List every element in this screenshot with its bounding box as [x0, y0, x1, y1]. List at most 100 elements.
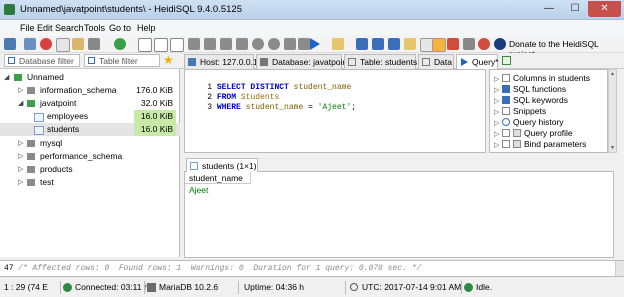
database-icon — [27, 179, 35, 186]
status-bar: 1 : 29 (74 E Connected: 03:11 h MariaDB … — [0, 278, 624, 297]
menu-search[interactable]: Search — [55, 23, 84, 33]
maximize-button[interactable]: ☐ — [562, 1, 588, 17]
expand-icon[interactable]: ▷ — [18, 137, 23, 150]
tree-item-javatpoint[interactable]: ◢ javatpoint 32.0 KiB — [0, 97, 180, 110]
checkbox-icon[interactable] — [502, 140, 510, 148]
tab-database-label: Database: javatpoint — [272, 57, 350, 67]
export-icon[interactable] — [170, 38, 184, 52]
menu-file[interactable]: File — [20, 23, 35, 33]
favorite-star-icon[interactable]: ★ — [163, 53, 174, 67]
tree-item-products[interactable]: ▷ products — [0, 163, 180, 176]
status-divider — [461, 281, 462, 294]
table-filter-input[interactable]: Table filter — [84, 54, 160, 67]
helper-label: Bind parameters — [524, 139, 587, 149]
column-header[interactable]: student_name — [185, 172, 251, 184]
helper-query-history[interactable]: ▷ Query history — [494, 117, 564, 128]
collapse-icon[interactable]: ◢ — [18, 97, 23, 110]
menu-help[interactable]: Help — [137, 23, 156, 33]
expand-icon[interactable]: ▷ — [18, 150, 23, 163]
scroll-down-icon[interactable]: ▼ — [610, 145, 615, 151]
helper-columns[interactable]: ▷ Columns in students — [494, 73, 590, 84]
cut-icon[interactable] — [88, 38, 100, 50]
format-sql-icon[interactable] — [404, 38, 416, 50]
expand-icon[interactable]: ▷ — [18, 163, 23, 176]
status-divider — [60, 281, 61, 294]
run-options-icon[interactable] — [332, 38, 344, 50]
profile-icon — [513, 129, 521, 137]
tree-item-test[interactable]: ▷ test — [0, 176, 180, 189]
table-filter-placeholder: Table filter — [99, 56, 138, 66]
collapse-icon[interactable]: ◢ — [4, 71, 9, 84]
tree-root[interactable]: ◢ Unnamed — [0, 71, 180, 84]
checkbox-icon[interactable] — [502, 129, 510, 137]
paste-icon[interactable] — [72, 38, 84, 50]
log-icon[interactable] — [447, 38, 459, 50]
first-record-icon[interactable] — [188, 38, 200, 50]
load-sql-icon[interactable] — [372, 38, 384, 50]
server-version: MariaDB 10.2.6 — [159, 282, 219, 292]
donate-icon[interactable] — [494, 38, 506, 50]
clock-icon — [350, 283, 358, 291]
expand-icon[interactable]: ▷ — [494, 140, 502, 151]
new-table-icon[interactable] — [138, 38, 152, 52]
scroll-up-icon[interactable]: ▲ — [610, 71, 615, 77]
tree-item-students[interactable]: students 16.0 KiB — [0, 123, 180, 136]
tab-query[interactable]: Query* — [456, 54, 498, 69]
insert-record-icon[interactable] — [252, 38, 264, 50]
tree-item-information-schema[interactable]: ▷ information_schema 176.0 KiB — [0, 84, 180, 97]
new-query-tab-icon[interactable] — [502, 56, 511, 65]
helper-sql-keywords[interactable]: ▷ SQL keywords — [494, 95, 568, 106]
cancel-icon[interactable] — [298, 38, 310, 50]
tree-item-label: test — [40, 177, 54, 187]
log-scrollbar[interactable] — [615, 261, 624, 276]
helper-query-profile[interactable]: ▷ Query profile — [494, 128, 573, 139]
columns-icon — [502, 74, 510, 82]
preferences-icon[interactable] — [432, 38, 446, 52]
helper-sql-functions[interactable]: ▷ SQL functions — [494, 84, 566, 95]
helper-snippets[interactable]: ▷ Snippets — [494, 106, 546, 117]
next-record-icon[interactable] — [220, 38, 232, 50]
delete-record-icon[interactable] — [268, 38, 280, 50]
run-icon[interactable] — [310, 38, 320, 50]
debug-icon[interactable] — [478, 38, 490, 50]
helper-label: Snippets — [513, 106, 547, 116]
edit-icon[interactable] — [24, 38, 36, 50]
helper-label: Query history — [513, 117, 564, 127]
minimize-button[interactable]: — — [536, 1, 562, 17]
sql-identifier: student_name — [245, 103, 304, 112]
refresh-icon[interactable] — [114, 38, 126, 50]
sql-identifier: student_name — [293, 83, 352, 92]
close-button[interactable]: ✕ — [588, 1, 621, 17]
tree-item-employees[interactable]: employees 16.0 KiB — [0, 110, 180, 123]
pen-icon[interactable] — [463, 38, 475, 50]
tab-data[interactable]: Data — [418, 54, 454, 69]
tab-host[interactable]: Host: 127.0.0.1 — [184, 54, 258, 69]
menu-tools[interactable]: Tools — [84, 23, 105, 33]
save-snippet-icon[interactable] — [388, 38, 400, 50]
expand-icon[interactable]: ▷ — [18, 84, 23, 97]
result-cell[interactable]: Ajeet — [185, 184, 251, 196]
save-icon[interactable] — [356, 38, 368, 50]
tab-table[interactable]: Table: students — [344, 54, 418, 69]
post-icon[interactable] — [284, 38, 296, 50]
database-filter-input[interactable]: Database filter — [4, 54, 80, 67]
editor-line: 1 SELECT DISTINCT student_name — [188, 73, 351, 92]
tree-item-mysql[interactable]: ▷ mysql — [0, 137, 180, 150]
last-record-icon[interactable] — [236, 38, 248, 50]
tab-database[interactable]: Database: javatpoint — [256, 54, 350, 69]
tab-table-label: Table: students — [360, 57, 418, 67]
helper-bind-parameters[interactable]: ▷ Bind parameters — [494, 139, 586, 150]
sql-editor[interactable]: 1 SELECT DISTINCT student_name 2 FROM St… — [184, 69, 486, 153]
tree-item-performance-schema[interactable]: ▷ performance_schema — [0, 150, 180, 163]
copy-icon[interactable] — [56, 38, 70, 52]
disconnect-icon[interactable] — [40, 38, 52, 50]
menu-goto[interactable]: Go to — [109, 23, 131, 33]
session-manager-icon[interactable] — [4, 38, 16, 50]
new-database-icon[interactable] — [154, 38, 168, 52]
expand-icon[interactable]: ▷ — [18, 176, 23, 189]
menu-edit[interactable]: Edit — [37, 23, 53, 33]
prev-record-icon[interactable] — [204, 38, 216, 50]
result-tab[interactable]: students (1×1) — [186, 158, 258, 172]
helpers-scrollbar[interactable]: ▲ ▼ — [608, 69, 617, 153]
app-icon — [4, 4, 15, 15]
